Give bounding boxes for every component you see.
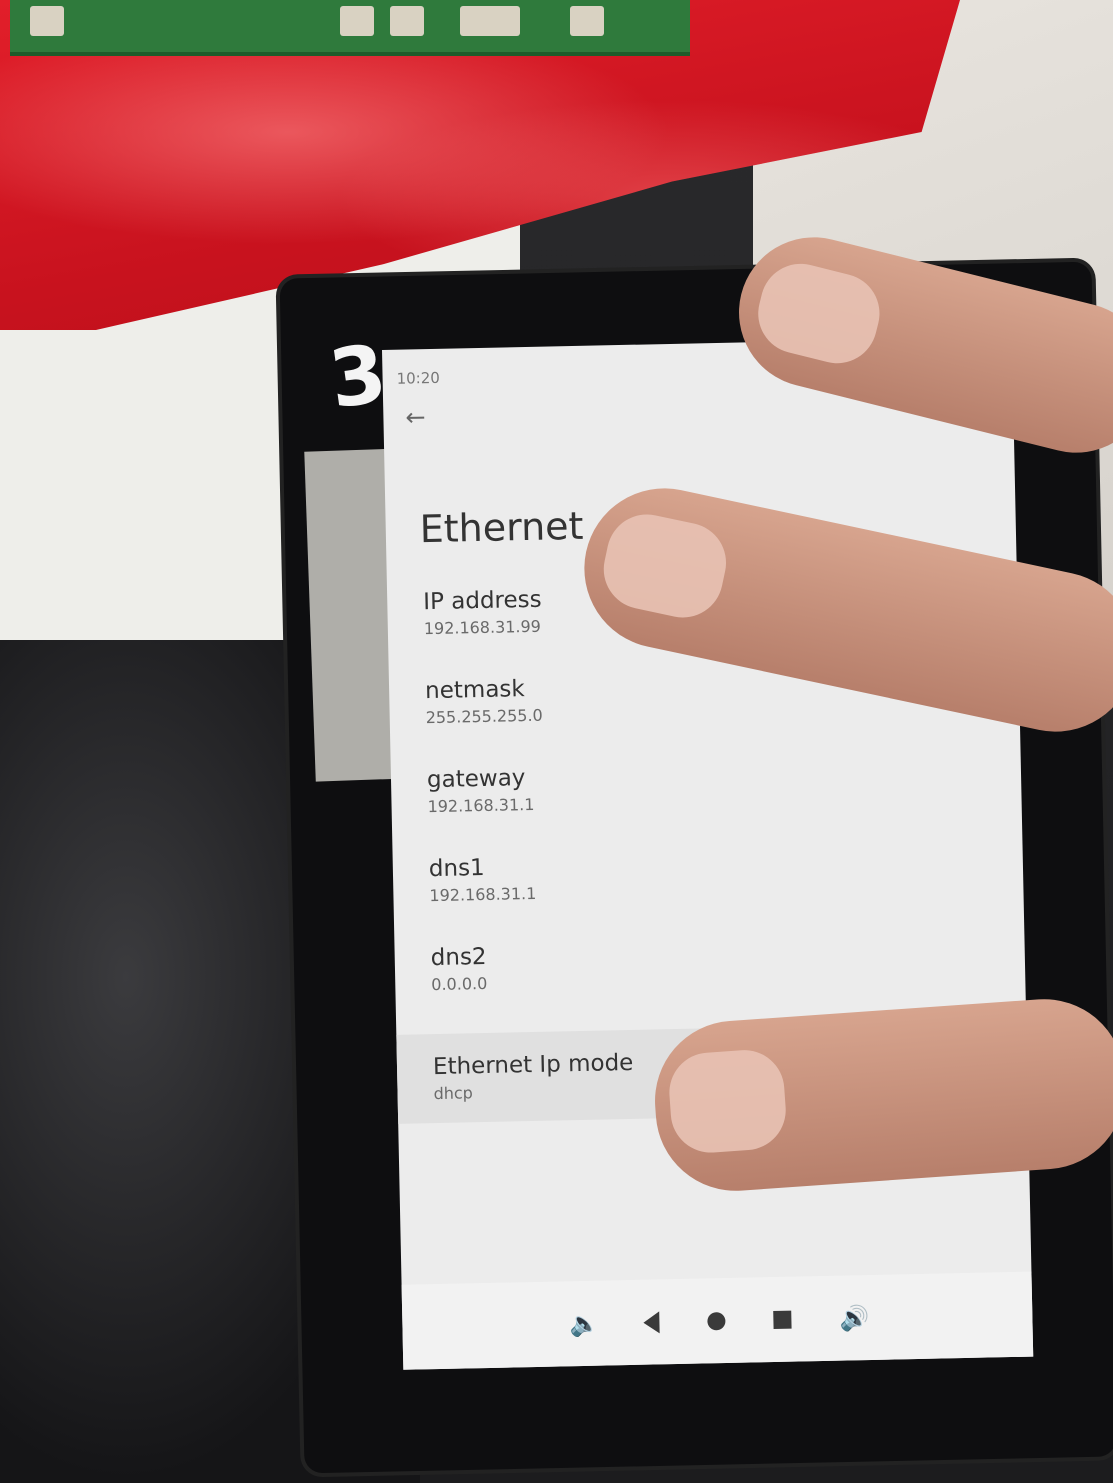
page-title: Ethernet: [419, 503, 584, 552]
arrow-left-icon[interactable]: ←: [405, 403, 426, 431]
recents-square-icon[interactable]: [773, 1310, 792, 1329]
finger: [649, 993, 1113, 1197]
home-circle-icon[interactable]: [707, 1311, 726, 1330]
status-time: 10:20: [396, 368, 441, 388]
volume-down-icon[interactable]: 🔈: [569, 1309, 599, 1338]
setting-gateway[interactable]: gateway 192.168.31.1: [427, 755, 989, 856]
device-screen: 10:20 ← Ethernet IP address 192.168.31.9…: [382, 336, 1034, 1370]
setting-dns1[interactable]: dns1 192.168.31.1: [429, 844, 991, 945]
navigation-bar: 🔈 🔊: [401, 1271, 1034, 1370]
circuit-board: [10, 0, 690, 56]
volume-up-icon[interactable]: 🔊: [839, 1304, 869, 1333]
back-triangle-icon[interactable]: [643, 1310, 660, 1334]
